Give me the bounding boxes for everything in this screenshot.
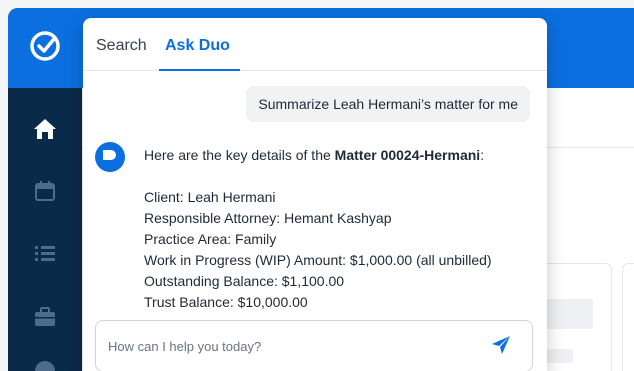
app-logo[interactable]	[8, 8, 82, 88]
assistant-intro-prefix: Here are the key details of the	[144, 147, 335, 163]
matter-name: Matter 00024-Hermani	[334, 147, 481, 163]
active-tab-indicator	[159, 69, 240, 71]
assistant-intro: Here are the key details of the Matter 0…	[144, 145, 534, 166]
assistant-intro-suffix: :	[480, 147, 485, 163]
sidebar-item-more[interactable]	[30, 358, 60, 371]
detail-practice-area: Practice Area: Family	[144, 231, 277, 247]
briefcase-icon	[33, 305, 57, 334]
chat-input[interactable]	[108, 333, 478, 359]
sidebar	[8, 8, 82, 371]
panel-tabs: Search Ask Duo	[83, 18, 547, 71]
duo-logo-icon	[102, 148, 118, 166]
tab-search[interactable]: Search	[96, 37, 147, 55]
calendar-icon	[33, 179, 57, 208]
sidebar-item-matters[interactable]	[30, 304, 60, 334]
home-icon	[32, 117, 58, 146]
circle-icon	[33, 359, 57, 371]
detail-client: Client: Leah Hermani	[144, 189, 276, 205]
assistant-message: Here are the key details of the Matter 0…	[144, 145, 534, 313]
detail-trust-balance: Trust Balance: $10,000.00	[144, 294, 308, 310]
ask-duo-panel: Search Ask Duo Summarize Leah Hermani’s …	[83, 18, 547, 371]
duo-avatar	[95, 142, 125, 172]
chat-composer	[95, 320, 533, 371]
user-message: Summarize Leah Hermani’s matter for me	[246, 86, 530, 122]
detail-wip-amount: Work in Progress (WIP) Amount: $1,000.00…	[144, 252, 492, 268]
list-icon	[33, 241, 57, 270]
background-card	[622, 263, 634, 371]
sidebar-item-home[interactable]	[30, 116, 60, 146]
sidebar-item-calendar[interactable]	[30, 178, 60, 208]
sidebar-item-tasks[interactable]	[30, 240, 60, 270]
checkmark-circle-icon	[28, 29, 62, 68]
detail-responsible-attorney: Responsible Attorney: Hemant Kashyap	[144, 210, 392, 226]
tab-ask-duo[interactable]: Ask Duo	[165, 37, 230, 55]
send-button[interactable]	[490, 335, 512, 360]
detail-outstanding-balance: Outstanding Balance: $1,100.00	[144, 273, 345, 289]
send-icon	[491, 335, 511, 360]
